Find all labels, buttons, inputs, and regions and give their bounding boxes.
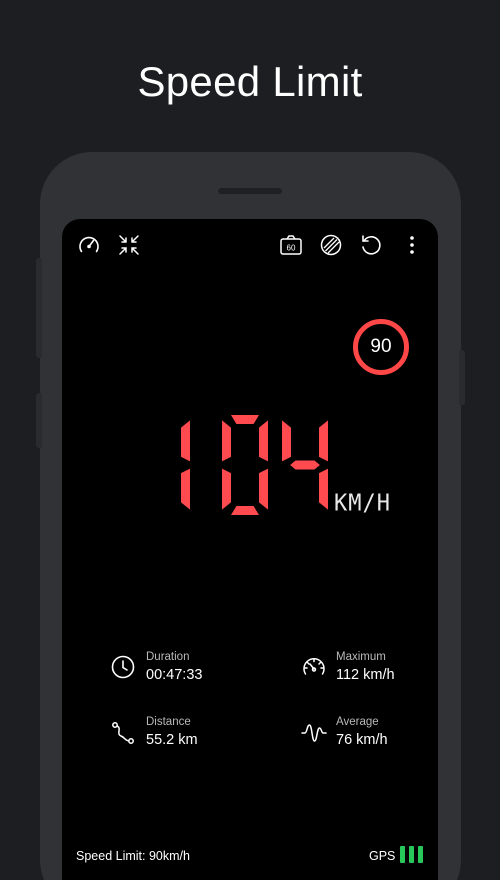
digit-segment	[181, 420, 190, 462]
minimize-icon[interactable]	[117, 233, 141, 257]
average-label: Average	[336, 716, 379, 728]
digit-segment	[319, 468, 328, 510]
maximum-label: Maximum	[336, 651, 386, 663]
speedometer-icon[interactable]	[77, 233, 101, 257]
digit-segment	[231, 415, 259, 424]
speed-digit	[181, 420, 190, 510]
reset-icon[interactable]	[359, 233, 383, 257]
digit-segment	[290, 460, 320, 470]
maximum-value: 112 km/h	[336, 667, 395, 683]
gps-signal-bar	[418, 846, 423, 863]
digit-segment	[222, 468, 231, 510]
digit-segment	[259, 420, 268, 462]
gps-signal-bar	[400, 846, 405, 863]
distance-stat: Distance 55.2 km	[146, 716, 198, 748]
clock-icon	[110, 654, 136, 680]
gps-label: GPS	[369, 849, 396, 863]
maximum-stat: Maximum 112 km/h	[336, 651, 395, 683]
speed-limit-status: Speed Limit: 90km/h	[76, 849, 190, 863]
app-screen: 60 90 104 KM/H Duration 0	[62, 219, 438, 880]
volume-button-lower	[36, 393, 42, 448]
duration-value: 00:47:33	[146, 667, 203, 683]
average-wave-icon	[301, 720, 327, 746]
duration-label: Duration	[146, 651, 190, 663]
average-stat: Average 76 km/h	[336, 716, 388, 748]
speed-limit-badge[interactable]: 90	[353, 319, 409, 375]
speed-camera-icon[interactable]: 60	[279, 233, 303, 257]
speed-digit	[282, 420, 328, 510]
digit-segment	[231, 506, 259, 515]
digit-segment	[282, 420, 291, 462]
distance-label: Distance	[146, 716, 191, 728]
gauge-icon	[301, 654, 327, 680]
speed-unit: KM/H	[334, 490, 391, 517]
volume-button	[36, 258, 42, 358]
duration-stat: Duration 00:47:33	[146, 651, 202, 683]
digit-segment	[181, 468, 190, 510]
digit-segment	[259, 468, 268, 510]
speed-digit	[222, 415, 268, 515]
theme-icon[interactable]	[319, 233, 343, 257]
digit-segment	[222, 420, 231, 462]
distance-value: 55.2 km	[146, 732, 198, 748]
svg-text:60: 60	[287, 244, 296, 253]
page-headline: Speed Limit	[137, 58, 363, 105]
speed-readout	[160, 410, 328, 525]
digit-segment	[319, 420, 328, 462]
gps-signal-indicator	[400, 846, 423, 863]
phone-speaker	[218, 188, 282, 194]
average-value: 76 km/h	[336, 732, 388, 748]
power-button	[459, 350, 465, 405]
more-icon[interactable]	[400, 233, 424, 257]
route-icon	[110, 720, 136, 746]
gps-signal-bar	[409, 846, 414, 863]
